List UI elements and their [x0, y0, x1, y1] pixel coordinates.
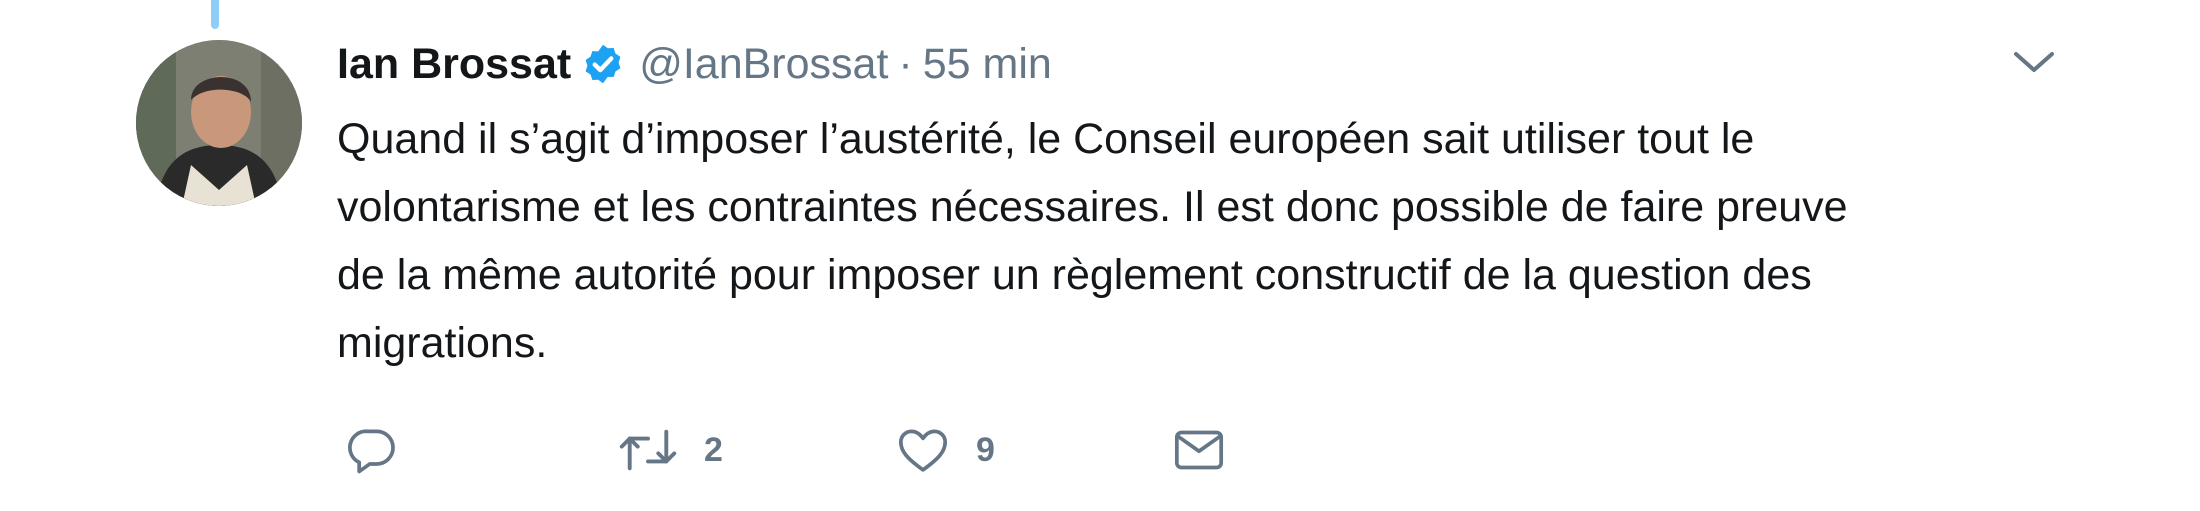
retweet-icon: [619, 429, 677, 471]
tweet-header: Ian Brossat @IanBrossat · 55 min: [337, 34, 1052, 94]
tweet-timestamp[interactable]: 55 min: [923, 40, 1052, 89]
retweet-count: 2: [704, 430, 723, 469]
thread-connector-line: [211, 0, 219, 29]
author-name[interactable]: Ian Brossat: [337, 40, 571, 89]
tweet-text-line: migrations.: [337, 319, 548, 367]
tweet-text-line: de la même autorité pour imposer un règl…: [337, 251, 1812, 299]
like-count: 9: [976, 430, 995, 469]
tweet-text-line: volontarisme et les contraintes nécessai…: [337, 183, 1848, 231]
heart-icon: [898, 429, 948, 472]
reply-icon: [348, 429, 395, 474]
author-handle[interactable]: @IanBrossat: [639, 40, 888, 89]
reply-button[interactable]: [344, 415, 400, 485]
avatar-image: [136, 40, 302, 206]
like-button[interactable]: 9: [894, 415, 995, 485]
verified-badge-icon: [581, 42, 625, 86]
chevron-down-icon[interactable]: [2010, 44, 2058, 80]
avatar[interactable]: [136, 40, 302, 206]
separator-dot: ·: [898, 39, 913, 88]
retweet-button[interactable]: 2: [616, 415, 723, 485]
tweet-text: Quand il s’agit d’imposer l’austérité, l…: [337, 105, 2097, 377]
envelope-icon: [1174, 430, 1224, 470]
direct-message-button[interactable]: [1170, 415, 1228, 485]
tweet-text-line: Quand il s’agit d’imposer l’austérité, l…: [337, 115, 1755, 163]
tweet-actions: 2 9: [0, 415, 2200, 485]
